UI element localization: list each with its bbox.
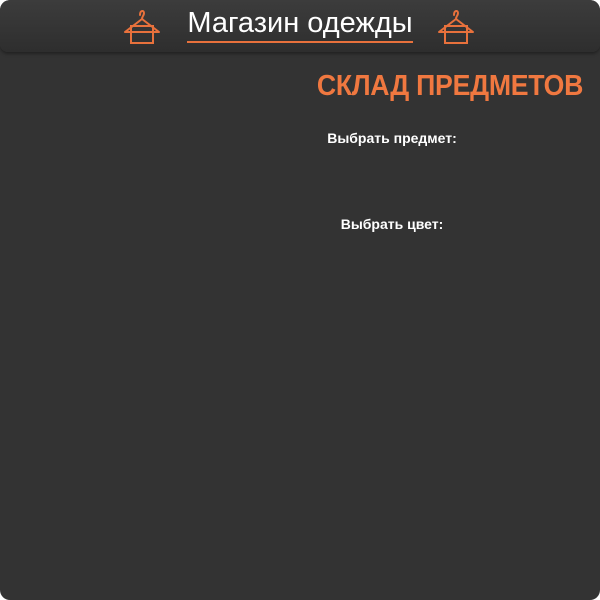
- select-item-label: Выбрать предмет:: [327, 130, 457, 146]
- header-bar: Магазин одежды: [0, 0, 600, 52]
- app-title-text: Магазин одежды: [187, 6, 413, 43]
- app-window: Магазин одежды СКЛАД ПРЕДМЕТОВ Выбрать п…: [0, 0, 600, 600]
- select-color-label: Выбрать цвет:: [340, 216, 444, 232]
- app-title: Магазин одежды: [0, 6, 600, 43]
- inventory-title: СКЛАД ПРЕДМЕТОВ: [316, 70, 584, 102]
- hanger-icon: [438, 9, 474, 44]
